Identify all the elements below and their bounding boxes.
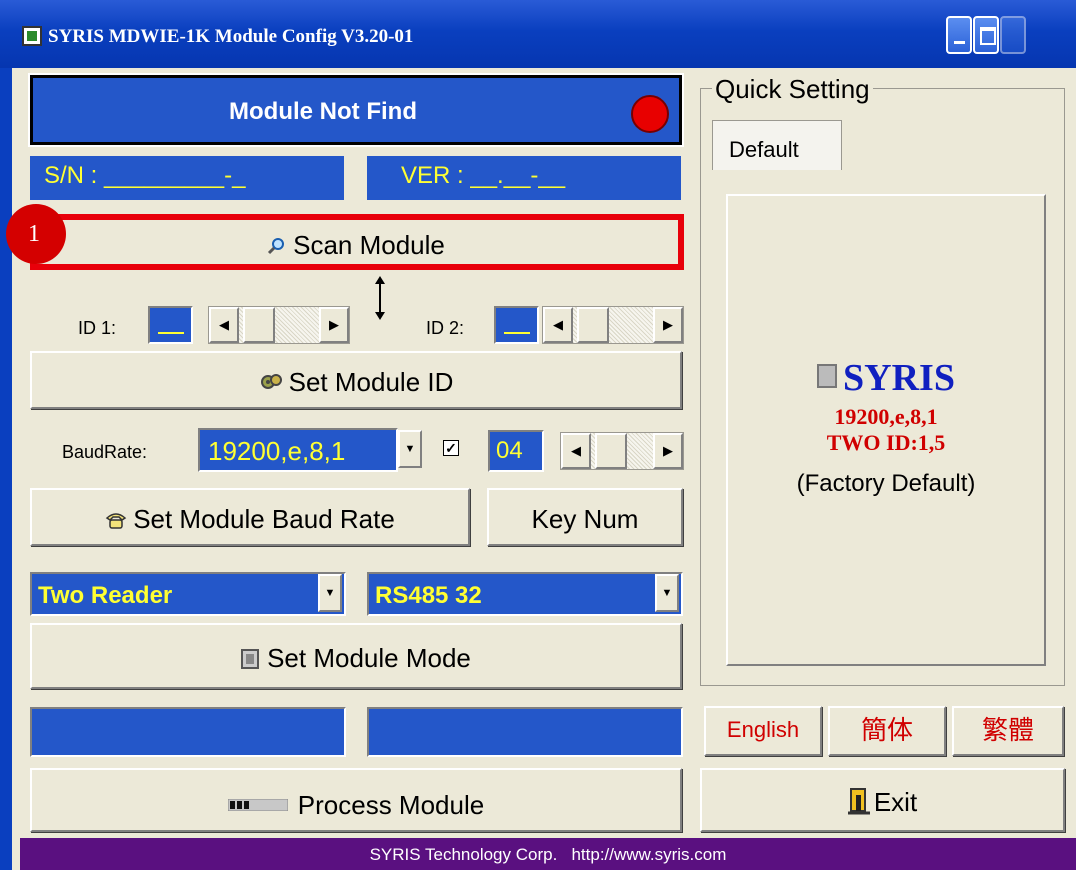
progress-icon xyxy=(227,787,289,812)
id1-scroll-thumb[interactable] xyxy=(243,307,275,343)
baudrate-label: BaudRate: xyxy=(62,442,148,462)
reader-mode-select[interactable]: Two Reader ▼ xyxy=(30,572,346,616)
tab-default[interactable]: Default xyxy=(712,120,842,170)
set-module-mode-button[interactable]: Set Module Mode xyxy=(30,623,682,689)
module-icon xyxy=(241,645,260,669)
reader-mode-dropdown-button[interactable]: ▼ xyxy=(318,574,342,612)
id1-field[interactable] xyxy=(148,306,193,344)
id1-label: ID 1: xyxy=(78,318,117,338)
step-highlight-box xyxy=(30,214,684,270)
key-number-scrollbar[interactable]: ◀ ▶ xyxy=(560,432,684,470)
maximize-button[interactable] xyxy=(973,16,999,54)
telephone-icon xyxy=(105,506,127,529)
key-num-label: Key Num xyxy=(531,504,639,534)
id2-label: ID 2: xyxy=(426,318,465,338)
exit-label: Exit xyxy=(873,787,918,817)
app-icon xyxy=(22,26,42,46)
id2-scroll-right-button[interactable]: ▶ xyxy=(653,307,683,343)
language-simplified-chinese-button[interactable]: 簡体 xyxy=(828,706,946,756)
id2-scroll-left-button[interactable]: ◀ xyxy=(543,307,573,343)
preset-caption: (Factory Default) xyxy=(796,470,976,497)
syris-logo: SYRIS xyxy=(728,356,1044,400)
factory-default-preset-button[interactable]: SYRIS 19200,e,8,1 TWO ID:1,5 (Factory De… xyxy=(726,194,1046,666)
id2-scrollbar[interactable]: ◀ ▶ xyxy=(542,306,684,344)
set-module-baud-rate-button[interactable]: Set Module Baud Rate xyxy=(30,488,470,546)
id2-scroll-thumb[interactable] xyxy=(577,307,609,343)
preset-baud-text: 19200,e,8,1 xyxy=(834,404,938,429)
exit-door-icon xyxy=(847,787,870,815)
gear-icon xyxy=(259,369,283,391)
up-down-arrow-icon xyxy=(370,276,390,320)
syris-brand-text: SYRIS xyxy=(843,357,955,399)
set-module-id-button[interactable]: Set Module ID xyxy=(30,351,682,409)
baudrate-select[interactable]: 19200,e,8,1 ▼ xyxy=(198,428,422,472)
module-icon xyxy=(817,364,838,388)
id1-scrollbar[interactable]: ◀ ▶ xyxy=(208,306,350,344)
exit-button[interactable]: Exit xyxy=(700,768,1065,832)
baudrate-value: 19200,e,8,1 xyxy=(208,436,346,466)
id1-scroll-right-button[interactable]: ▶ xyxy=(319,307,349,343)
step-badge: 1 xyxy=(6,204,66,264)
preset-id-text: TWO ID:1,5 xyxy=(826,430,946,455)
minimize-button[interactable] xyxy=(946,16,972,54)
baudrate-checkbox[interactable]: ✓ xyxy=(443,440,459,456)
set-module-baud-rate-label: Set Module Baud Rate xyxy=(133,504,395,534)
id2-field[interactable] xyxy=(494,306,539,344)
status-indicator-icon xyxy=(631,95,669,133)
quick-setting-title: Quick Setting xyxy=(712,74,873,105)
key-scroll-thumb[interactable] xyxy=(595,433,627,469)
reader-mode-value: Two Reader xyxy=(38,582,173,609)
window-frame xyxy=(0,68,12,870)
language-traditional-chinese-button[interactable]: 繁體 xyxy=(952,706,1064,756)
bus-mode-value: RS485 32 xyxy=(375,582,482,609)
close-button[interactable] xyxy=(1000,16,1026,54)
key-num-button[interactable]: Key Num xyxy=(487,488,683,546)
serial-number-field: S/N : _________-_ xyxy=(30,156,344,200)
output-field-1 xyxy=(30,707,346,757)
process-module-label: Process Module xyxy=(297,790,485,820)
key-scroll-right-button[interactable]: ▶ xyxy=(653,433,683,469)
set-module-id-label: Set Module ID xyxy=(288,367,454,397)
version-field: VER : __.__-__ xyxy=(367,156,681,200)
status-text: Module Not Find xyxy=(229,98,417,125)
baudrate-dropdown-button[interactable]: ▼ xyxy=(398,430,422,468)
key-number-field[interactable]: 04 xyxy=(488,430,544,472)
bus-mode-dropdown-button[interactable]: ▼ xyxy=(655,574,679,612)
status-panel: Module Not Find xyxy=(28,73,684,147)
language-english-button[interactable]: English xyxy=(704,706,822,756)
footer-bar: SYRIS Technology Corp. http://www.syris.… xyxy=(20,838,1076,870)
key-scroll-left-button[interactable]: ◀ xyxy=(561,433,591,469)
output-field-2 xyxy=(367,707,683,757)
bus-mode-select[interactable]: RS485 32 ▼ xyxy=(367,572,683,616)
set-module-mode-label: Set Module Mode xyxy=(267,643,471,673)
id1-scroll-left-button[interactable]: ◀ xyxy=(209,307,239,343)
window-title: SYRIS MDWIE-1K Module Config V3.20-01 xyxy=(48,26,414,47)
process-module-button[interactable]: Process Module xyxy=(30,768,682,832)
